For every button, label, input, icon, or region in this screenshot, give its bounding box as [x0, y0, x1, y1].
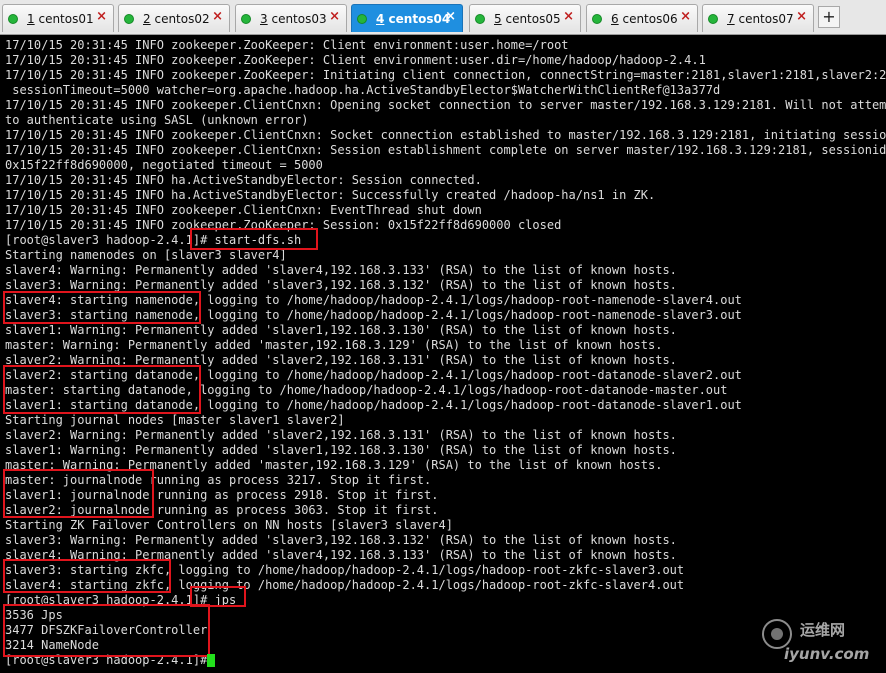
tab-centos01[interactable]: 1 centos01 × [2, 4, 114, 32]
close-tab-icon[interactable]: × [329, 10, 340, 24]
terminal-cursor [207, 654, 215, 667]
tab-number: 7 [727, 12, 735, 26]
terminal-line: slaver3: Warning: Permanently added 'sla… [5, 533, 677, 547]
connected-status-icon [708, 14, 718, 24]
tab-number: 6 [611, 12, 619, 26]
terminal-line: 17/10/15 20:31:45 INFO zookeeper.ClientC… [5, 143, 886, 157]
highlight-start-dfs-command [190, 228, 318, 250]
tab-label: 4 centos04 [376, 12, 450, 26]
watermark-url-text: iyunv.com [784, 645, 870, 663]
highlight-zkfc-start [3, 559, 171, 593]
tab-centos06[interactable]: 6 centos06 × [586, 4, 698, 32]
terminal-line: 17/10/15 20:31:45 INFO ha.ActiveStandbyE… [5, 188, 656, 202]
close-tab-icon[interactable]: × [445, 10, 456, 24]
terminal-line: 17/10/15 20:31:45 INFO zookeeper.ClientC… [5, 128, 886, 142]
terminal-line: sessionTimeout=5000 watcher=org.apache.h… [5, 83, 721, 97]
terminal-line: 17/10/15 20:31:45 INFO zookeeper.ZooKeep… [5, 68, 886, 82]
terminal-line: 0x15f22ff8d690000, negotiated timeout = … [5, 158, 323, 172]
highlight-datanode-start [3, 365, 201, 414]
tab-name: centos02 [154, 12, 210, 26]
close-tab-icon[interactable]: × [563, 10, 574, 24]
tab-centos03[interactable]: 3 centos03 × [235, 4, 347, 32]
tab-centos02[interactable]: 2 centos02 × [118, 4, 230, 32]
tab-label: 6 centos06 [611, 12, 678, 26]
tab-centos07[interactable]: 7 centos07 × [702, 4, 814, 32]
session-tab-bar: 1 centos01 × 2 centos02 × 3 centos03 × 4… [0, 0, 886, 35]
new-tab-button[interactable]: + [818, 6, 840, 28]
connected-status-icon [475, 14, 485, 24]
tab-number: 1 [27, 12, 35, 26]
tab-number: 5 [494, 12, 502, 26]
tab-name: centos03 [271, 12, 327, 26]
terminal-line: 17/10/15 20:31:45 INFO zookeeper.ClientC… [5, 203, 482, 217]
watermark-chinese-text: 运维网 [800, 621, 846, 639]
highlight-journalnode-status [3, 469, 154, 518]
terminal-line: slaver1: Warning: Permanently added 'sla… [5, 323, 677, 337]
tab-label: 5 centos05 [494, 12, 561, 26]
tab-number: 2 [143, 12, 151, 26]
terminal-line: Starting ZK Failover Controllers on NN h… [5, 518, 453, 532]
terminal-line: Starting journal nodes [master slaver1 s… [5, 413, 345, 427]
terminal-line: master: Warning: Permanently added 'mast… [5, 338, 663, 352]
highlight-jps-output [3, 604, 210, 657]
highlight-namenode-start [3, 291, 201, 324]
tab-number: 3 [260, 12, 268, 26]
connected-status-icon [241, 14, 251, 24]
tab-name: centos06 [622, 12, 678, 26]
connected-status-icon [592, 14, 602, 24]
terminal-output[interactable]: 17/10/15 20:31:45 INFO zookeeper.ZooKeep… [0, 35, 886, 673]
tab-number: 4 [376, 12, 385, 26]
terminal-line: slaver4: Warning: Permanently added 'sla… [5, 263, 677, 277]
tab-name: centos07 [738, 12, 794, 26]
terminal-line: 17/10/15 20:31:45 INFO zookeeper.ZooKeep… [5, 53, 706, 67]
tab-name: centos01 [38, 12, 94, 26]
terminal-line: 17/10/15 20:31:45 INFO zookeeper.ClientC… [5, 98, 886, 112]
tab-centos04[interactable]: 4 centos04 × [351, 4, 463, 32]
tab-label: 2 centos02 [143, 12, 210, 26]
site-watermark: 运维网 iyunv.com [762, 617, 880, 667]
connected-status-icon [124, 14, 134, 24]
terminal-line: to authenticate using SASL (unknown erro… [5, 113, 309, 127]
tab-label: 7 centos07 [727, 12, 794, 26]
connected-status-icon [357, 14, 367, 24]
close-tab-icon[interactable]: × [96, 10, 107, 24]
close-tab-icon[interactable]: × [680, 10, 691, 24]
tab-label: 3 centos03 [260, 12, 327, 26]
terminal-line: slaver1: Warning: Permanently added 'sla… [5, 443, 677, 457]
terminal-line: 17/10/15 20:31:45 INFO zookeeper.ZooKeep… [5, 38, 569, 52]
terminal-line: slaver2: Warning: Permanently added 'sla… [5, 428, 677, 442]
close-tab-icon[interactable]: × [796, 10, 807, 24]
terminal-line: 17/10/15 20:31:45 INFO ha.ActiveStandbyE… [5, 173, 482, 187]
connected-status-icon [8, 14, 18, 24]
tab-centos05[interactable]: 5 centos05 × [469, 4, 581, 32]
tab-name: centos04 [388, 12, 451, 26]
tab-name: centos05 [505, 12, 561, 26]
close-tab-icon[interactable]: × [212, 10, 223, 24]
tab-label: 1 centos01 [27, 12, 94, 26]
terminal-line: Starting namenodes on [slaver3 slaver4] [5, 248, 287, 262]
